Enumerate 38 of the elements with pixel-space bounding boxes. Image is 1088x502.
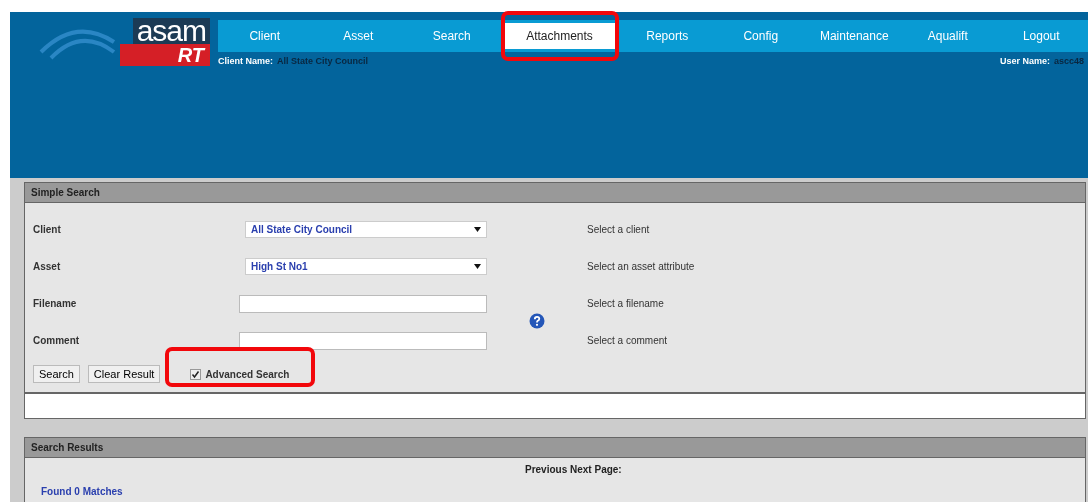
nav-tab[interactable]: Client: [237, 23, 293, 49]
form-button[interactable]: Search: [33, 365, 80, 383]
field-hint: Select an asset attribute: [587, 261, 696, 272]
checkmark-icon: [191, 369, 201, 379]
user-name-label: User Name:: [999, 56, 1050, 66]
matches-count: Found 0 Matches: [41, 485, 124, 499]
user-name-value: ascc48: [1053, 56, 1084, 66]
logo-badge: RT: [120, 44, 210, 66]
nav-tab[interactable]: Search: [420, 23, 483, 49]
panel-title: Simple Search: [25, 183, 1085, 203]
dropdown[interactable]: All State City Council: [245, 221, 487, 238]
nav-tab[interactable]: Asset: [331, 23, 386, 49]
field-label: Client: [33, 224, 62, 235]
nav-tab[interactable]: Maintenance: [807, 23, 901, 49]
advanced-search-checkbox[interactable]: Advanced Search: [190, 368, 290, 380]
nav-tab[interactable]: Logout: [1010, 23, 1072, 49]
nav-tab[interactable]: Aqualift: [915, 23, 980, 49]
field-hint: Select a comment: [587, 335, 669, 346]
nav-tab[interactable]: Attachments: [504, 23, 615, 49]
help-icon[interactable]: [529, 313, 545, 329]
field-label: Asset: [33, 261, 62, 272]
caret-icon: [474, 264, 481, 269]
field-hint: Select a client: [587, 224, 651, 235]
nav-tab[interactable]: Config: [731, 23, 791, 49]
dropdown[interactable]: High St No1: [245, 258, 487, 275]
pager-text: Previous Next Page:: [525, 464, 623, 477]
field-hint: Select a filename: [587, 298, 665, 309]
caret-icon: [474, 227, 481, 232]
logo-text: asam: [132, 18, 210, 44]
panel-title: Search Results: [25, 438, 1085, 458]
nav-tab[interactable]: Reports: [634, 23, 701, 49]
client-name-label: Client Name:: [218, 56, 273, 66]
field-label: Filename: [33, 298, 78, 309]
form-button[interactable]: Clear Result: [87, 365, 161, 383]
input-field[interactable]: [239, 331, 487, 350]
field-label: Comment: [33, 335, 81, 346]
client-name-value: All State City Council: [277, 56, 369, 66]
input-field[interactable]: [239, 294, 487, 313]
